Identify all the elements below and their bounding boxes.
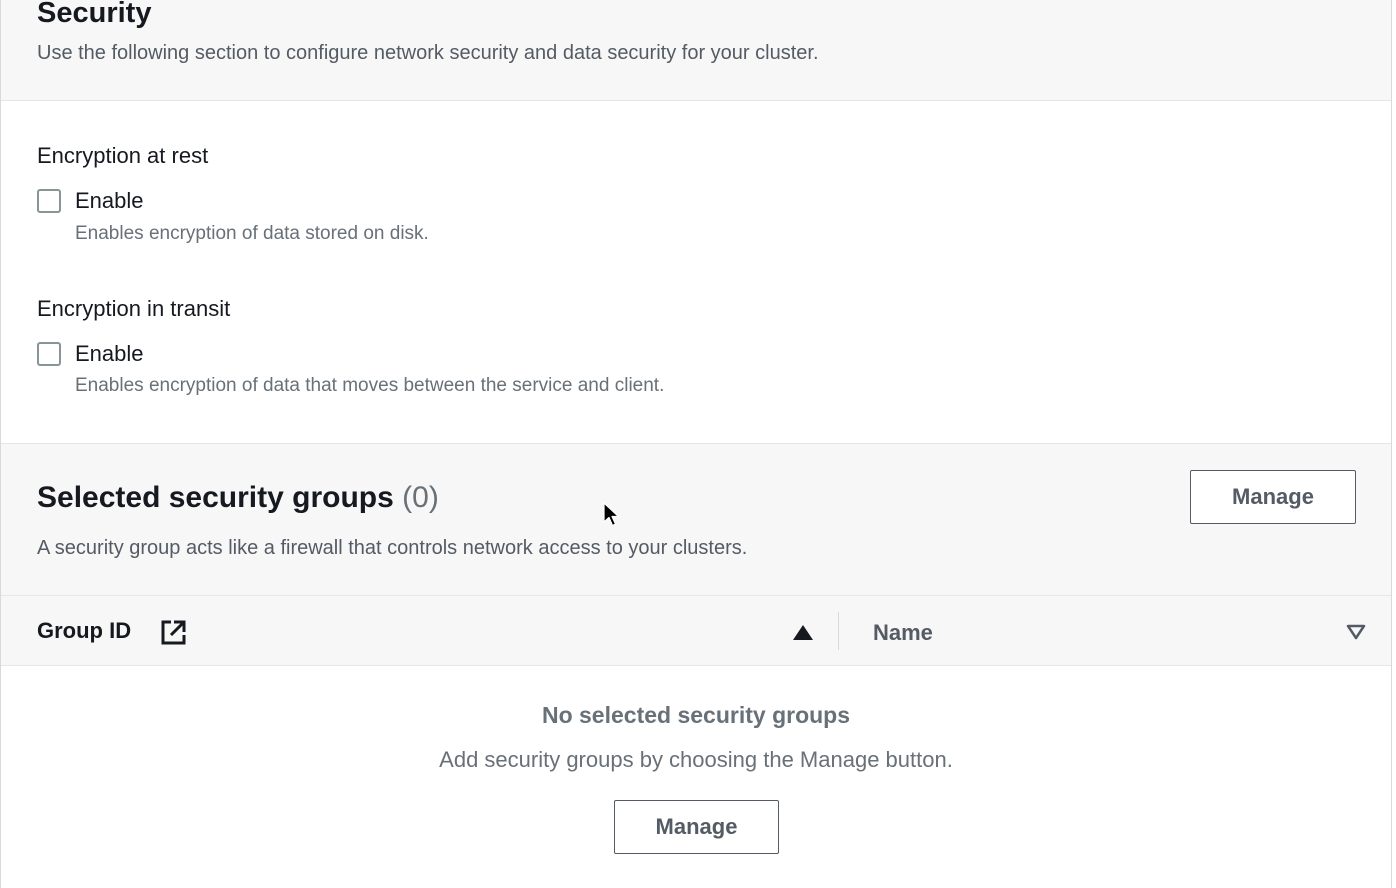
- security-groups-count: (0): [402, 481, 439, 514]
- column-divider: [838, 612, 839, 650]
- encryption-at-rest-checkbox[interactable]: [37, 189, 61, 213]
- external-link-icon[interactable]: [160, 619, 187, 646]
- encryption-in-transit-enable-label[interactable]: Enable: [75, 340, 144, 368]
- security-groups-header: Selected security groups (0) A security …: [1, 444, 1391, 596]
- security-description: Use the following section to configure n…: [37, 42, 819, 64]
- security-groups-title: Selected security groups (0): [37, 479, 439, 517]
- column-header-group-id[interactable]: Group ID: [37, 617, 131, 645]
- empty-state-manage-button[interactable]: Manage: [614, 800, 779, 854]
- encryption-in-transit-label: Encryption in transit: [37, 296, 231, 321]
- column-header-name[interactable]: Name: [873, 619, 933, 647]
- mouse-cursor-icon: [603, 502, 620, 527]
- sort-ascending-icon[interactable]: [793, 625, 813, 640]
- security-groups-description: A security group acts like a firewall th…: [37, 537, 748, 559]
- security-groups-table-header: Group ID Name: [1, 596, 1391, 666]
- sort-unsorted-icon[interactable]: [1346, 624, 1366, 640]
- encryption-at-rest-label: Encryption at rest: [37, 143, 209, 168]
- encryption-at-rest-description: Enables encryption of data stored on dis…: [75, 223, 429, 244]
- security-section-header: Security Use the following section to co…: [1, 0, 1391, 101]
- manage-security-groups-button[interactable]: Manage: [1190, 470, 1356, 524]
- encryption-at-rest-enable-label[interactable]: Enable: [75, 187, 144, 215]
- empty-state-title: No selected security groups: [541, 702, 851, 728]
- security-groups-container: Selected security groups (0) A security …: [1, 443, 1391, 888]
- security-groups-title-text: Selected security groups: [37, 481, 394, 514]
- encryption-in-transit-description: Enables encryption of data that moves be…: [75, 375, 665, 396]
- security-panel: Security Use the following section to co…: [0, 0, 1392, 888]
- security-title: Security: [37, 0, 152, 29]
- encryption-in-transit-checkbox[interactable]: [37, 342, 61, 366]
- empty-state-description: Add security groups by choosing the Mana…: [439, 747, 953, 772]
